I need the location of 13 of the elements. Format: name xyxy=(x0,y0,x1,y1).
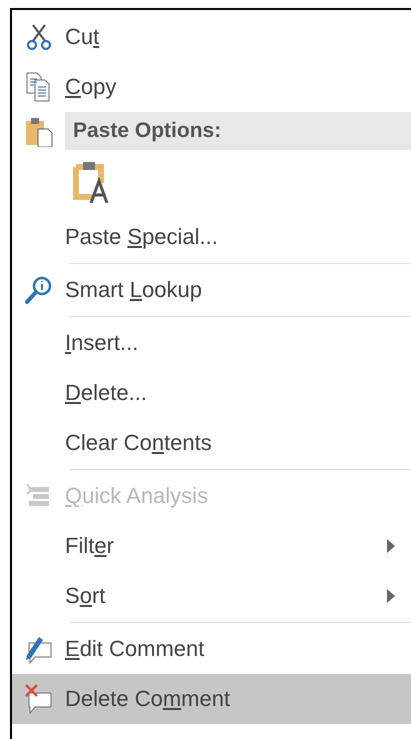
menu-item[interactable]: Filter xyxy=(12,521,411,571)
menu-item[interactable]: Sort xyxy=(12,571,411,621)
menu-item[interactable]: Paste Special... xyxy=(12,212,411,262)
menu-item[interactable]: Clear Contents xyxy=(12,418,411,468)
delete-comment-icon xyxy=(22,683,54,715)
menu-item[interactable]: Copy xyxy=(12,62,411,112)
menu-item[interactable]: Delete Comment xyxy=(12,674,411,724)
menu-item[interactable]: Cut xyxy=(12,12,411,62)
menu-item[interactable]: Insert... xyxy=(12,318,411,368)
section-header: Paste Options: xyxy=(65,112,411,150)
menu-item[interactable]: Smart Lookup xyxy=(12,265,411,315)
menu-item[interactable]: Delete... xyxy=(12,368,411,418)
menu-item[interactable]: Edit Comment xyxy=(12,624,411,674)
